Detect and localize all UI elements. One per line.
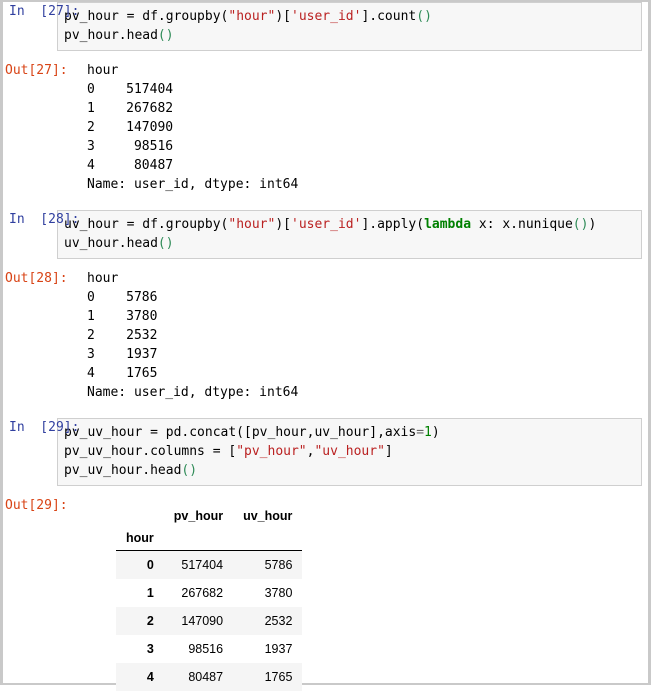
dataframe-cell-1-0: 267682	[164, 579, 233, 607]
dataframe-col-header-0: pv_hour	[164, 502, 233, 526]
string-literal-hour: "hour"	[228, 217, 275, 232]
dataframe-output: pv_hour uv_hour hour 0 517404	[3, 496, 648, 691]
string-literal-pvhour: "pv_hour"	[236, 444, 306, 459]
cell-input-area-27[interactable]: In [27]: pv_hour = df.groupby("hour")['u…	[3, 2, 648, 51]
code-editor-28[interactable]: uv_hour = df.groupby("hour")['user_id'].…	[57, 210, 642, 259]
notebook-cell-28: In [28]: uv_hour = df.groupby("hour")['u…	[3, 210, 648, 402]
paren-glyph: ()	[573, 217, 589, 232]
dataframe-index-name-row: hour	[116, 526, 302, 551]
table-row: 0 517404 5786	[116, 551, 302, 580]
notebook-cell-27: In [27]: pv_hour = df.groupby("hour")['u…	[3, 2, 648, 194]
input-prompt-27: In [27]:	[3, 2, 61, 21]
string-literal-hour: "hour"	[228, 9, 275, 24]
dataframe-cell-2-1: 2532	[233, 607, 302, 635]
dataframe-cell-1-1: 3780	[233, 579, 302, 607]
cell-gap	[3, 194, 648, 210]
dataframe-head: pv_hour uv_hour hour	[116, 502, 302, 551]
notebook-container: In [27]: pv_hour = df.groupby("hour")['u…	[0, 0, 651, 685]
cell-gap	[3, 259, 648, 269]
dataframe-table: pv_hour uv_hour hour 0 517404	[116, 502, 302, 691]
code-line-27-1: pv_hour = df.groupby("hour")['user_id'].…	[64, 7, 637, 26]
cell-output-area-28: Out[28]: hour 0 5786 1 3780 2 2532 3 193…	[3, 269, 648, 402]
output-text-27: hour 0 517404 1 267682 2 147090 3 98516 …	[87, 61, 648, 194]
code-line-29-2: pv_uv_hour.columns = ["pv_hour","uv_hour…	[64, 442, 637, 461]
code-editor-27[interactable]: pv_hour = df.groupby("hour")['user_id'].…	[57, 2, 642, 51]
dataframe-index-0: 0	[116, 551, 164, 580]
dataframe-index-2: 2	[116, 607, 164, 635]
input-prompt-29: In [29]:	[3, 418, 61, 437]
code-line-28-2: uv_hour.head()	[64, 234, 637, 253]
table-row: 4 80487 1765	[116, 663, 302, 691]
operator-glyph: =	[416, 425, 424, 440]
code-line-28-1: uv_hour = df.groupby("hour")['user_id'].…	[64, 215, 637, 234]
output-prompt-27: Out[27]:	[3, 61, 57, 80]
paren-glyph: ()	[181, 463, 197, 478]
code-line-27-2: pv_hour.head()	[64, 26, 637, 45]
input-prompt-28: In [28]:	[3, 210, 61, 229]
dataframe-cell-2-0: 147090	[164, 607, 233, 635]
paren-glyph: ()	[158, 28, 174, 43]
code-line-29-1: pv_uv_hour = pd.concat([pv_hour,uv_hour]…	[64, 423, 637, 442]
cell-input-area-29[interactable]: In [29]: pv_uv_hour = pd.concat([pv_hour…	[3, 418, 648, 486]
output-prompt-29: Out[29]:	[3, 496, 57, 515]
dataframe-index-4: 4	[116, 663, 164, 691]
output-text-28: hour 0 5786 1 3780 2 2532 3 1937 4 1765 …	[87, 269, 648, 402]
dataframe-index-3: 3	[116, 635, 164, 663]
dataframe-cell-0-1: 5786	[233, 551, 302, 580]
dataframe-cell-4-0: 80487	[164, 663, 233, 691]
table-row: 1 267682 3780	[116, 579, 302, 607]
table-row: 2 147090 2532	[116, 607, 302, 635]
dataframe-body: 0 517404 5786 1 267682 3780 2 147090	[116, 551, 302, 691]
cell-input-area-28[interactable]: In [28]: uv_hour = df.groupby("hour")['u…	[3, 210, 648, 259]
string-literal-uvhour: "uv_hour"	[314, 444, 384, 459]
dataframe-col-header-1: uv_hour	[233, 502, 302, 526]
cell-output-area-27: Out[27]: hour 0 517404 1 267682 2 147090…	[3, 61, 648, 194]
dataframe-header-row: pv_hour uv_hour	[116, 502, 302, 526]
dataframe-index-1: 1	[116, 579, 164, 607]
dataframe-index-name-pad-1	[233, 526, 302, 551]
cell-gap	[3, 486, 648, 496]
dataframe-cell-4-1: 1765	[233, 663, 302, 691]
string-literal-userid: 'user_id'	[291, 217, 361, 232]
code-line-29-3: pv_uv_hour.head()	[64, 461, 637, 480]
keyword-lambda: lambda	[424, 217, 471, 232]
dataframe-cell-0-0: 517404	[164, 551, 233, 580]
output-prompt-28: Out[28]:	[3, 269, 57, 288]
dataframe-cell-3-0: 98516	[164, 635, 233, 663]
dataframe-corner-cell	[116, 502, 164, 526]
paren-glyph: ()	[416, 9, 432, 24]
notebook-cell-29: In [29]: pv_uv_hour = pd.concat([pv_hour…	[3, 418, 648, 691]
string-literal-userid: 'user_id'	[291, 9, 361, 24]
paren-glyph: ()	[158, 236, 174, 251]
cell-gap	[3, 51, 648, 61]
number-literal: 1	[424, 425, 432, 440]
code-editor-29[interactable]: pv_uv_hour = pd.concat([pv_hour,uv_hour]…	[57, 418, 642, 486]
table-row: 3 98516 1937	[116, 635, 302, 663]
cell-gap	[3, 402, 648, 418]
dataframe-cell-3-1: 1937	[233, 635, 302, 663]
dataframe-index-name: hour	[116, 526, 164, 551]
dataframe-index-name-pad-0	[164, 526, 233, 551]
cell-output-area-29: Out[29]: pv_hour uv_hour hour	[3, 496, 648, 691]
